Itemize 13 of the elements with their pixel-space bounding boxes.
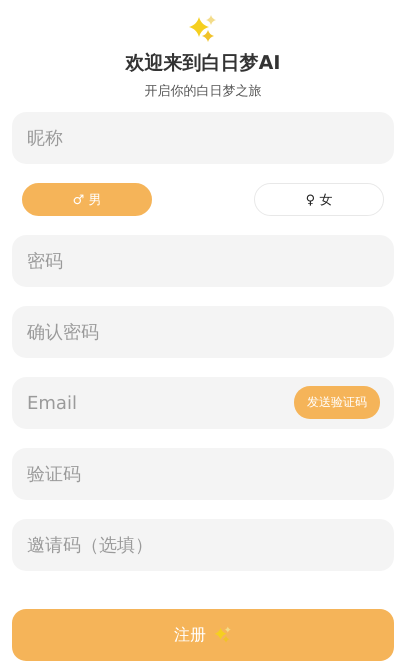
gender-option[interactable]: ♀ 女: [254, 183, 384, 216]
input-field[interactable]: 密码: [12, 235, 394, 287]
page-title: 欢迎来到白日梦AI: [126, 51, 280, 76]
sparkles-icon: [188, 14, 218, 44]
register-button[interactable]: 注册: [12, 609, 394, 661]
input-field[interactable]: 昵称: [12, 112, 394, 164]
sparkles-icon: [214, 626, 232, 644]
page-subtitle: 开启你的白日梦之旅: [144, 83, 262, 100]
input-field[interactable]: 验证码: [12, 448, 394, 500]
input-field[interactable]: 确认密码: [12, 306, 394, 358]
gender-option[interactable]: ♂ 男: [22, 183, 152, 216]
input-field[interactable]: 邀请码（选填）: [12, 519, 394, 571]
send-code-button[interactable]: 发送验证码: [294, 386, 380, 419]
